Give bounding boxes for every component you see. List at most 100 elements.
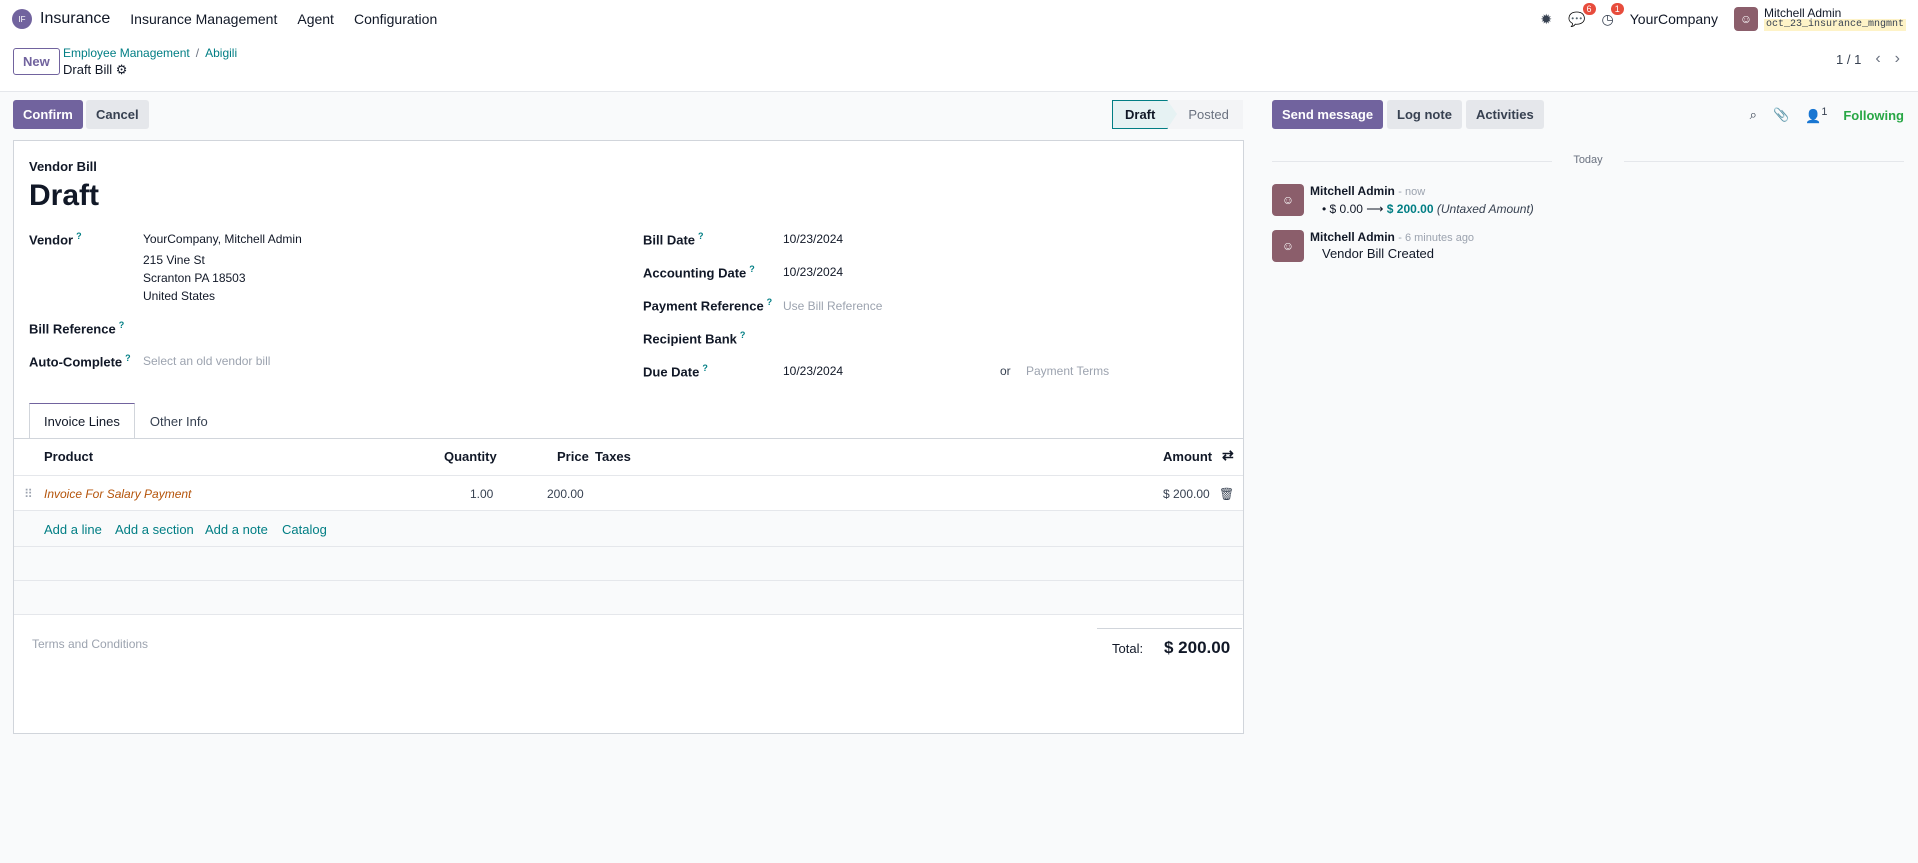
- accounting-date-input[interactable]: 10/23/2024: [783, 265, 843, 279]
- status-bar: Draft Posted: [1112, 100, 1243, 129]
- author-avatar[interactable]: ☺: [1272, 184, 1304, 216]
- activities-badge: 1: [1610, 2, 1624, 15]
- bill-date-label: Bill Date?: [643, 231, 704, 248]
- vendor-label: Vendor?: [29, 231, 82, 248]
- record-name: Draft Bill ⚙: [63, 62, 128, 77]
- total-label: Total:: [1112, 641, 1144, 656]
- add-line-link[interactable]: Add a line: [44, 522, 102, 537]
- line-product[interactable]: Invoice For Salary Payment: [44, 487, 191, 501]
- vendor-field[interactable]: YourCompany, Mitchell Admin: [143, 232, 302, 246]
- total-value: $ 200.00: [1164, 638, 1231, 657]
- activities-clock-icon[interactable]: ◷ 1: [1602, 2, 1624, 28]
- menu-agent[interactable]: Agent: [297, 11, 334, 27]
- column-taxes[interactable]: Taxes: [595, 449, 631, 464]
- document-type: Vendor Bill: [29, 159, 97, 174]
- log-note-button[interactable]: Log note: [1387, 100, 1462, 129]
- vendor-address-line: United States: [143, 289, 216, 303]
- total-divider: [1097, 628, 1242, 629]
- column-product[interactable]: Product: [44, 449, 93, 464]
- user-menu[interactable]: ☺ Mitchell Admin oct_23_insurance_mngmnt: [1733, 6, 1906, 31]
- status-posted[interactable]: Posted: [1167, 100, 1243, 129]
- accounting-date-label: Accounting Date?: [643, 264, 755, 281]
- vendor-address-line: Scranton PA 18503: [143, 271, 246, 285]
- auto-complete-input[interactable]: Select an old vendor bill: [143, 354, 270, 368]
- bill-reference-input[interactable]: [143, 318, 563, 336]
- column-amount[interactable]: Amount: [1163, 449, 1212, 464]
- payment-reference-input[interactable]: Use Bill Reference: [783, 299, 882, 313]
- gear-icon[interactable]: ⚙: [116, 62, 128, 77]
- company-switcher[interactable]: YourCompany: [1630, 11, 1718, 27]
- terms-and-conditions-input[interactable]: Terms and Conditions: [32, 637, 148, 651]
- line-price[interactable]: 200.00: [547, 487, 584, 501]
- send-message-button[interactable]: Send message: [1272, 100, 1384, 129]
- confirm-button[interactable]: Confirm: [13, 100, 83, 129]
- add-note-link[interactable]: Add a note: [205, 522, 268, 537]
- payment-terms-input[interactable]: Payment Terms: [1026, 364, 1109, 378]
- drag-handle-icon[interactable]: ⠿: [24, 487, 33, 501]
- breadcrumb-employee-management[interactable]: Employee Management: [63, 46, 190, 60]
- optional-columns-icon[interactable]: ⇄: [1222, 447, 1234, 464]
- previous-record-icon[interactable]: ‹: [1875, 50, 1880, 68]
- line-quantity[interactable]: 1.00: [470, 487, 493, 501]
- next-record-icon[interactable]: ›: [1895, 50, 1900, 68]
- cancel-button[interactable]: Cancel: [86, 100, 149, 129]
- top-navbar: IF Insurance Insurance Management Agent …: [0, 0, 1918, 38]
- following-button[interactable]: Following: [1843, 108, 1904, 123]
- recipient-bank-label: Recipient Bank?: [643, 330, 746, 347]
- column-quantity[interactable]: Quantity: [444, 449, 497, 464]
- form-action-row: Confirm Cancel Draft Posted: [0, 92, 1918, 136]
- table-row[interactable]: ⠿ Invoice For Salary Payment 1.00 200.00…: [14, 475, 1243, 511]
- pager-value[interactable]: 1 / 1: [1836, 52, 1861, 67]
- auto-complete-label: Auto-Complete?: [29, 353, 131, 370]
- empty-row: [14, 547, 1243, 581]
- pager: 1 / 1 ‹ ›: [1836, 50, 1900, 68]
- message-author: Mitchell Admin - 6 minutes ago: [1310, 230, 1475, 244]
- messages-icon[interactable]: 💬 6: [1568, 2, 1596, 28]
- bill-reference-label: Bill Reference?: [29, 320, 125, 337]
- chatter-date-separator: Today: [1272, 154, 1904, 166]
- status-draft[interactable]: Draft: [1112, 100, 1169, 129]
- vendor-address-line: 215 Vine St: [143, 253, 205, 267]
- breadcrumb-abigili[interactable]: Abigili: [205, 46, 237, 60]
- menu-configuration[interactable]: Configuration: [354, 11, 437, 27]
- payment-reference-label: Payment Reference?: [643, 297, 773, 314]
- user-avatar: ☺: [1733, 7, 1758, 31]
- column-price[interactable]: Price: [557, 449, 589, 464]
- form-sheet: Vendor Bill Draft Vendor? YourCompany, M…: [13, 140, 1244, 734]
- recipient-bank-input[interactable]: [783, 328, 1223, 346]
- followers-icon[interactable]: 👤1: [1805, 106, 1827, 124]
- chatter-actions: Send message Log note Activities: [1272, 100, 1544, 129]
- tracking-value: • $ 0.00 ⟶ $ 200.00 (Untaxed Amount): [1322, 202, 1534, 216]
- line-amount: $ 200.00: [1163, 487, 1210, 501]
- search-icon[interactable]: ⌕: [1750, 107, 1757, 123]
- messages-badge: 6: [1582, 2, 1596, 15]
- control-panel: New Employee Management / Abigili Draft Bi…: [0, 38, 1918, 92]
- user-name: Mitchell Admin: [1763, 6, 1842, 20]
- or-separator: or: [1000, 364, 1011, 378]
- due-date-input[interactable]: 10/23/2024: [783, 364, 843, 378]
- author-avatar[interactable]: ☺: [1272, 230, 1304, 262]
- add-line-row: Add a line Add a section Add a note Cata…: [14, 511, 1243, 547]
- menu-insurance-management[interactable]: Insurance Management: [130, 11, 277, 27]
- breadcrumb: Employee Management / Abigili: [63, 46, 238, 60]
- new-button[interactable]: New: [13, 48, 60, 75]
- tab-other-info[interactable]: Other Info: [135, 403, 223, 439]
- empty-row: [14, 581, 1243, 615]
- lines-table-header: Product Quantity Price Taxes Amount ⇄: [14, 439, 1243, 475]
- tab-invoice-lines[interactable]: Invoice Lines: [29, 403, 135, 439]
- add-section-link[interactable]: Add a section: [115, 522, 194, 537]
- bill-date-input[interactable]: 10/23/2024: [783, 232, 843, 246]
- app-name[interactable]: Insurance: [40, 10, 110, 28]
- app-logo-icon[interactable]: IF: [12, 9, 32, 29]
- trash-icon[interactable]: 🗑: [1219, 487, 1234, 501]
- message-body: Vendor Bill Created: [1322, 246, 1435, 261]
- activities-button[interactable]: Activities: [1465, 100, 1544, 129]
- chatter-tools: ⌕ 📎 👤1 Following: [1750, 106, 1904, 124]
- catalog-link[interactable]: Catalog: [282, 522, 327, 537]
- paperclip-icon[interactable]: 📎: [1773, 107, 1789, 123]
- message-author: Mitchell Admin - now: [1310, 184, 1426, 198]
- bug-icon[interactable]: ✹: [1540, 11, 1552, 28]
- due-date-label: Due Date?: [643, 363, 708, 380]
- notebook-tabs: Invoice Lines Other Info: [29, 403, 223, 439]
- database-name: oct_23_insurance_mngmnt: [1763, 19, 1906, 31]
